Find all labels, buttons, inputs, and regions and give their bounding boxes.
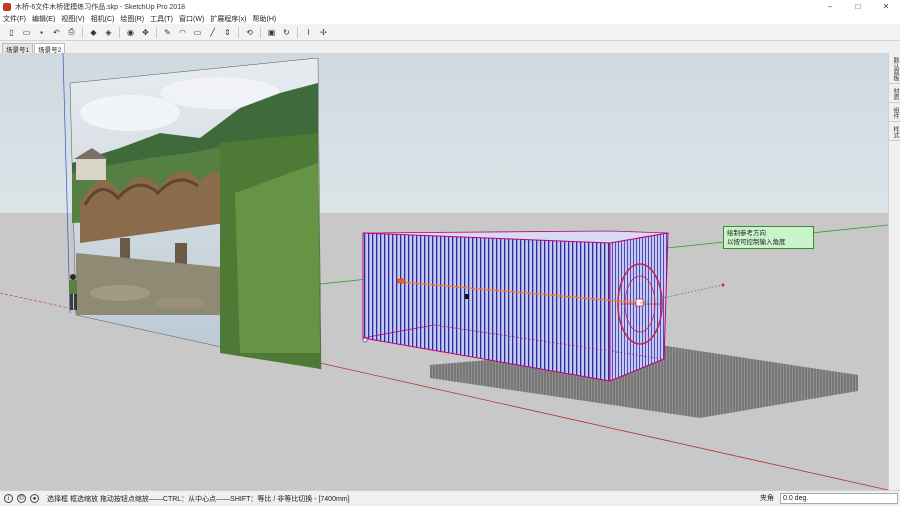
menu-tools[interactable]: 工具(T) xyxy=(150,14,173,24)
title-bar: 木桥-6文件木桥建模练习作品.skp - SketchUp Pro 2018 –… xyxy=(0,0,900,13)
window-controls: – □ ✕ xyxy=(816,0,900,13)
pencil-tool-icon[interactable]: ✎ xyxy=(162,27,173,38)
geo-location-icon[interactable]: i xyxy=(4,494,13,503)
toolbar: ▯ ▭ ▪ ↶ ⎙ ◆ ◈ ◉ ✥ ✎ ◠ ▭ ╱ ⇕ ⟲ ▣ ↻ ⌇ ✢ xyxy=(0,24,900,41)
user-icon[interactable]: ● xyxy=(30,494,39,503)
new-file-icon[interactable]: ▯ xyxy=(6,27,17,38)
tooltip-line-1: 绘制参考方向 xyxy=(727,230,766,237)
tray-tab-styles[interactable]: 样式 xyxy=(889,124,900,141)
close-button[interactable]: ✕ xyxy=(872,0,900,13)
toolbar-separator xyxy=(260,26,261,38)
push-pull-icon[interactable]: ⇕ xyxy=(222,27,233,38)
save-icon[interactable]: ▪ xyxy=(36,27,47,38)
menu-extensions[interactable]: 扩展程序(x) xyxy=(210,14,246,24)
menu-help[interactable]: 帮助(H) xyxy=(252,14,276,24)
toolbar-separator xyxy=(82,26,83,38)
tray-tab-materials[interactable]: 材质 xyxy=(889,86,900,103)
toolbar-separator xyxy=(156,26,157,38)
axes-tool-icon[interactable]: ✢ xyxy=(318,27,329,38)
menu-edit[interactable]: 编辑(E) xyxy=(32,14,55,24)
sketchup-logo-icon xyxy=(3,2,11,11)
line-tool-icon[interactable]: ╱ xyxy=(207,27,218,38)
component-icon[interactable]: ▣ xyxy=(266,27,277,38)
menu-bar: 文件(F) 编辑(E) 视图(V) 相机(C) 绘图(R) 工具(T) 窗口(W… xyxy=(0,13,900,24)
toolbar-separator xyxy=(297,26,298,38)
tray-tab-components[interactable]: 组件 xyxy=(889,105,900,122)
tray-tab-default[interactable]: 默认面板 xyxy=(889,55,900,84)
window-title: 木桥-6文件木桥建模练习作品.skp - SketchUp Pro 2018 xyxy=(15,3,185,11)
sketchup-window: 木桥-6文件木桥建模练习作品.skp - SketchUp Pro 2018 –… xyxy=(0,0,900,506)
arc-tool-icon[interactable]: ◠ xyxy=(177,27,188,38)
inference-tooltip: 绘制参考方向 以按可控制输入角度 xyxy=(723,226,814,249)
scene-tabs: 场景号1 场景号2 xyxy=(0,41,900,54)
open-file-icon[interactable]: ▭ xyxy=(21,27,32,38)
measurements-input[interactable]: 0.0 deg. xyxy=(780,493,898,504)
select-tool-icon[interactable]: ◆ xyxy=(88,27,99,38)
reference-point xyxy=(721,283,725,287)
menu-draw[interactable]: 绘图(R) xyxy=(120,14,144,24)
default-tray: 默认面板 材质 组件 样式 xyxy=(888,53,900,490)
menu-view[interactable]: 视图(V) xyxy=(61,14,84,24)
menu-camera[interactable]: 相机(C) xyxy=(91,14,115,24)
toolbar-separator xyxy=(238,26,239,38)
status-hint: 选择框 框选缩放 拖动按钮点缩放——CTRL：从中心点——SHIFT：等比 / … xyxy=(47,495,350,503)
tooltip-line-2: 以按可控制输入角度 xyxy=(727,239,786,246)
scene-tab-2[interactable]: 场景号2 xyxy=(34,43,66,54)
move-tool-icon[interactable]: ✥ xyxy=(140,27,151,38)
rotate-tool-icon[interactable]: ↻ xyxy=(281,27,292,38)
eraser-tool-icon[interactable]: ◈ xyxy=(103,27,114,38)
toolbar-separator xyxy=(119,26,120,38)
measurements-label: 夹角 xyxy=(760,495,774,502)
menu-window[interactable]: 窗口(W) xyxy=(179,14,204,24)
maximize-button[interactable]: □ xyxy=(844,0,872,13)
tape-measure-icon[interactable]: ⌇ xyxy=(303,27,314,38)
menu-file[interactable]: 文件(F) xyxy=(3,14,26,24)
rectangle-tool-icon[interactable]: ▭ xyxy=(192,27,203,38)
undo-icon[interactable]: ↶ xyxy=(51,27,62,38)
credits-icon[interactable]: © xyxy=(17,494,26,503)
paint-bucket-icon[interactable]: ◉ xyxy=(125,27,136,38)
modeling-viewport[interactable] xyxy=(0,53,888,490)
minimize-button[interactable]: – xyxy=(816,0,844,13)
print-icon[interactable]: ⎙ xyxy=(66,27,77,38)
follow-me-icon[interactable]: ⟲ xyxy=(244,27,255,38)
status-bar: i © ● 选择框 框选缩放 拖动按钮点缩放——CTRL：从中心点——SHIFT… xyxy=(0,490,900,506)
scene-tab-1[interactable]: 场景号1 xyxy=(2,43,34,54)
